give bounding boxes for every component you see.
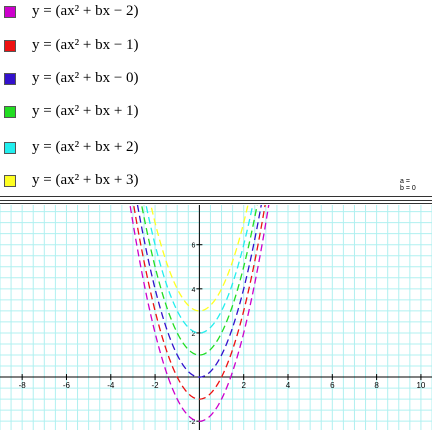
legend-label: y = (ax² + bx + 1) — [32, 103, 139, 119]
x-tick-label: -2 — [152, 381, 160, 390]
plot-area: -8 -6 -4 -2 2 4 6 8 10-2246 — [0, 205, 432, 430]
x-tick-label: 2 — [241, 381, 246, 390]
legend-item: y = (ax² + bx + 3) — [0, 172, 432, 203]
x-tick-label: 6 — [330, 381, 335, 390]
legend-swatch — [4, 175, 16, 187]
legend-item: y = (ax² + bx + 2) — [0, 139, 432, 170]
legend: y = (ax² + bx − 2) y = (ax² + bx − 1) y … — [0, 0, 432, 200]
legend-item: y = (ax² + bx + 1) — [0, 103, 432, 134]
legend-item: y = (ax² + bx − 2) — [0, 3, 432, 34]
legend-label: y = (ax² + bx + 2) — [32, 139, 139, 155]
legend-label: y = (ax² + bx − 2) — [32, 3, 139, 19]
legend-item: y = (ax² + bx − 1) — [0, 37, 432, 68]
legend-swatch — [4, 6, 16, 18]
legend-swatch — [4, 106, 16, 118]
divider — [0, 203, 432, 204]
legend-swatch — [4, 142, 16, 154]
x-tick-label: 10 — [416, 381, 425, 390]
x-tick-label: -4 — [107, 381, 115, 390]
legend-item: y = (ax² + bx − 0) — [0, 70, 432, 101]
legend-swatch — [4, 73, 16, 85]
legend-label: y = (ax² + bx + 3) — [32, 172, 139, 188]
x-tick-label: 4 — [286, 381, 291, 390]
x-tick-label: 8 — [374, 381, 379, 390]
divider — [0, 200, 432, 201]
x-tick-label: -6 — [63, 381, 71, 390]
legend-label: y = (ax² + bx − 0) — [32, 70, 139, 86]
plot-background — [0, 205, 432, 430]
legend-label: y = (ax² + bx − 1) — [32, 37, 139, 53]
x-tick-label: -8 — [19, 381, 27, 390]
parameter-note: a = b = 0 — [400, 178, 416, 192]
divider — [0, 196, 432, 197]
legend-swatch — [4, 40, 16, 52]
y-tick-label: 4 — [191, 287, 195, 294]
y-tick-label: 6 — [191, 243, 195, 250]
